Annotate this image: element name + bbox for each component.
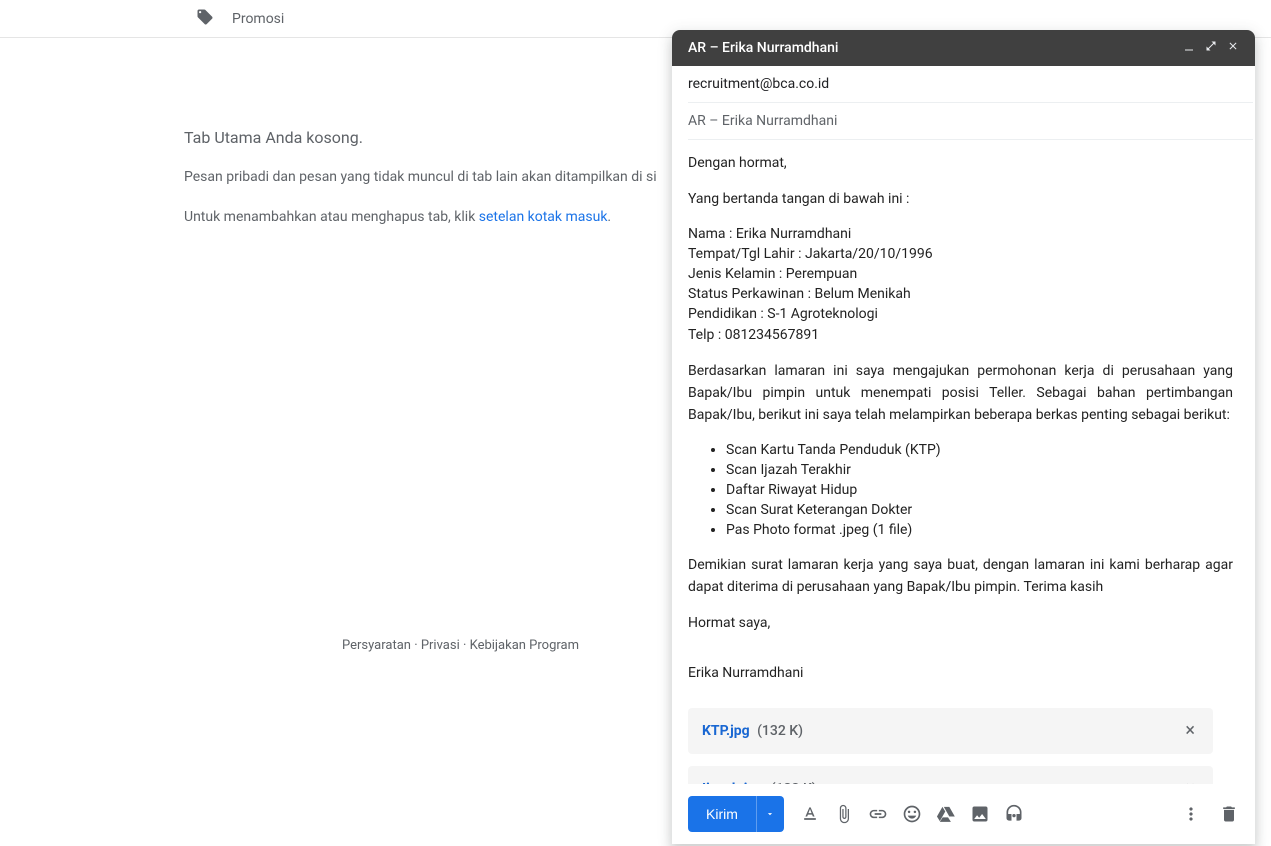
attachment-chip[interactable]: KTP.jpg (132 K) ×: [688, 708, 1213, 754]
subject-field[interactable]: AR – Erika Nurramdhani: [688, 103, 1253, 140]
attachment-item-list: Scan Kartu Tanda Penduduk (KTP) Scan Ija…: [726, 440, 1233, 540]
tab-label: Promosi: [232, 11, 284, 27]
fullscreen-icon[interactable]: [1205, 40, 1217, 56]
attachment-chip[interactable]: Ijazah.jpg (132 K) ×: [688, 766, 1213, 784]
remove-attachment-icon[interactable]: ×: [1181, 722, 1199, 740]
close-icon[interactable]: [1227, 40, 1239, 56]
compose-header[interactable]: AR – Erika Nurramdhani: [672, 30, 1255, 66]
send-options-button[interactable]: [756, 796, 784, 832]
compose-toolbar: Kirim: [672, 784, 1255, 844]
recipients-field[interactable]: recruitment@bca.co.id: [688, 66, 1253, 103]
compose-window: AR – Erika Nurramdhani recruitment@bca.c…: [672, 30, 1255, 844]
emoji-icon[interactable]: [902, 804, 922, 824]
footer-links[interactable]: Persyaratan · Privasi · Kebijakan Progra…: [342, 638, 579, 653]
remove-attachment-icon[interactable]: ×: [1181, 780, 1199, 784]
tag-icon: [196, 8, 214, 30]
attachments-area: KTP.jpg (132 K) × Ijazah.jpg (132 K) × D…: [688, 698, 1233, 784]
delete-draft-icon[interactable]: [1219, 804, 1239, 824]
link-icon[interactable]: [868, 804, 888, 824]
image-icon[interactable]: [970, 804, 990, 824]
format-icon[interactable]: [800, 804, 820, 824]
inbox-settings-link[interactable]: setelan kotak masuk: [479, 209, 608, 225]
attach-icon[interactable]: [834, 804, 854, 824]
send-button[interactable]: Kirim: [688, 796, 756, 832]
drive-icon[interactable]: [936, 804, 956, 824]
more-options-icon[interactable]: [1181, 804, 1201, 824]
confidential-icon[interactable]: [1004, 804, 1024, 824]
message-body[interactable]: Dengan hormat, Yang bertanda tangan di b…: [688, 140, 1253, 784]
compose-body[interactable]: recruitment@bca.co.id AR – Erika Nurramd…: [672, 66, 1255, 784]
tab-promosi[interactable]: Promosi: [180, 0, 300, 37]
compose-title: AR – Erika Nurramdhani: [688, 40, 838, 56]
minimize-icon[interactable]: [1183, 40, 1195, 56]
